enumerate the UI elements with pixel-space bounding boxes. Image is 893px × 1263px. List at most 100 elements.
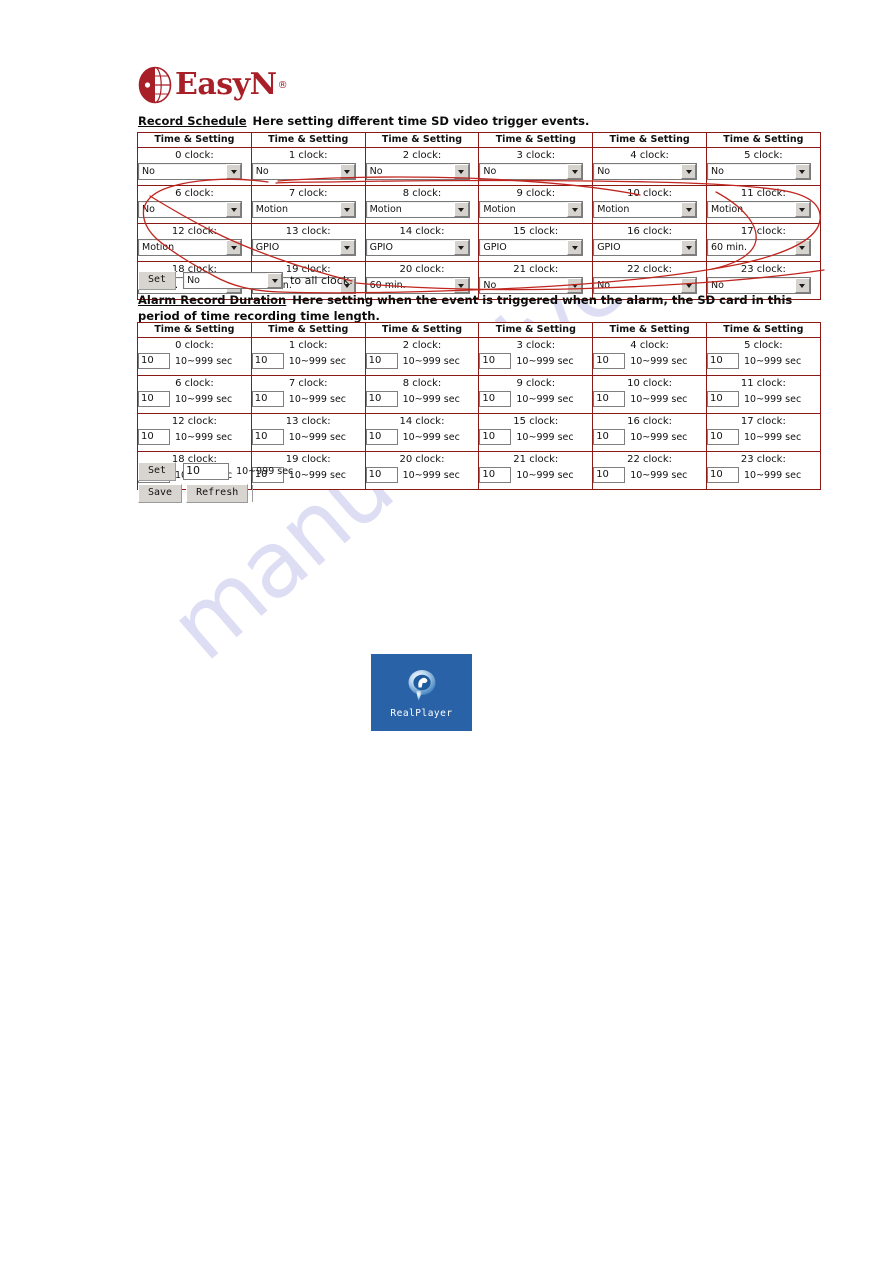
alarm-duration-unit: 10~999 sec xyxy=(402,469,460,481)
record-schedule-select[interactable]: Motion xyxy=(138,239,242,256)
clock-label: 10 clock: xyxy=(627,188,673,199)
chevron-down-icon[interactable] xyxy=(267,273,283,288)
chevron-down-icon[interactable] xyxy=(681,240,697,255)
record-schedule-select[interactable]: No xyxy=(593,163,698,180)
alarm-duration-input[interactable]: 10 xyxy=(479,353,512,369)
record-schedule-select[interactable]: 60 min. xyxy=(706,239,811,256)
alarm-duration-unit: 10~999 sec xyxy=(402,355,460,367)
chevron-down-icon[interactable] xyxy=(794,164,810,179)
schedule-cell: 5 clock: No xyxy=(705,147,821,186)
table-header-row: Time & Setting Time & Setting Time & Setti… xyxy=(137,322,821,338)
clock-label: 17 clock: xyxy=(740,416,786,427)
alarm-duration-input[interactable]: 10 xyxy=(479,391,512,407)
alarm-duration-input[interactable]: 10 xyxy=(365,391,398,407)
alarm-duration-input[interactable]: 10 xyxy=(706,391,739,407)
alarm-duration-input[interactable]: 10 xyxy=(365,429,398,445)
alarm-duration-unit: 10~999 sec xyxy=(516,355,574,367)
alarm-duration-input[interactable]: 10 xyxy=(365,467,398,483)
chevron-down-icon[interactable] xyxy=(794,202,810,217)
record-schedule-select[interactable]: No xyxy=(365,163,470,180)
record-schedule-select[interactable]: GPIO xyxy=(365,239,470,256)
chevron-down-icon[interactable] xyxy=(226,164,241,179)
schedule-cell: 3 clock: 10 10~999 sec xyxy=(478,337,594,376)
chevron-down-icon[interactable] xyxy=(453,278,469,293)
footer-button-bar: Save Refresh xyxy=(138,484,254,503)
alarm-duration-input[interactable]: 10 xyxy=(479,429,512,445)
record-schedule-heading: Record Schedule Here setting different ti… xyxy=(138,114,589,130)
alarm-duration-input[interactable]: 10 xyxy=(251,429,284,445)
schedule-cell: 1 clock: 10 10~999 sec xyxy=(250,337,366,376)
record-schedule-select[interactable]: 60 min. xyxy=(365,277,470,294)
set-duration-input[interactable]: 10 xyxy=(183,463,230,480)
save-button[interactable]: Save xyxy=(138,484,183,503)
alarm-duration-input[interactable]: 10 xyxy=(138,429,170,445)
alarm-duration-unit: 10~999 sec xyxy=(288,469,347,481)
record-schedule-select[interactable]: No xyxy=(138,163,242,180)
chevron-down-icon[interactable] xyxy=(794,278,810,293)
alarm-duration-input[interactable]: 10 xyxy=(706,429,739,445)
alarm-duration-input[interactable]: 10 xyxy=(251,353,284,369)
alarm-duration-input[interactable]: 10 xyxy=(593,467,626,483)
record-schedule-select[interactable]: Motion xyxy=(593,201,698,218)
alarm-duration-input[interactable]: 10 xyxy=(365,353,398,369)
alarm-duration-input[interactable]: 10 xyxy=(138,391,170,407)
chevron-down-icon[interactable] xyxy=(453,202,469,217)
chevron-down-icon[interactable] xyxy=(681,278,697,293)
record-schedule-select[interactable]: Motion xyxy=(251,201,356,218)
record-schedule-select[interactable]: Motion xyxy=(479,201,584,218)
record-schedule-select[interactable]: GPIO xyxy=(251,239,356,256)
clock-label: 12 clock: xyxy=(171,226,217,237)
alarm-duration-unit: 10~999 sec xyxy=(288,431,347,443)
chevron-down-icon[interactable] xyxy=(339,240,355,255)
alarm-duration-input[interactable]: 10 xyxy=(593,391,626,407)
chevron-down-icon[interactable] xyxy=(226,202,241,217)
alarm-duration-input[interactable]: 10 xyxy=(479,467,512,483)
chevron-down-icon[interactable] xyxy=(567,240,583,255)
chevron-down-icon[interactable] xyxy=(567,202,583,217)
record-schedule-select[interactable]: Motion xyxy=(706,201,811,218)
chevron-down-icon[interactable] xyxy=(794,240,810,255)
chevron-down-icon[interactable] xyxy=(453,240,469,255)
chevron-down-icon[interactable] xyxy=(681,164,697,179)
record-schedule-select-value: GPIO xyxy=(369,242,393,253)
record-schedule-select[interactable]: No xyxy=(251,163,356,180)
column-header: Time & Setting xyxy=(250,322,366,338)
alarm-duration-input[interactable]: 10 xyxy=(593,429,626,445)
record-schedule-select[interactable]: No xyxy=(479,163,584,180)
column-header: Time & Setting xyxy=(705,132,821,148)
set-all-clock-select[interactable]: No xyxy=(183,272,284,289)
record-schedule-select[interactable]: No xyxy=(706,163,811,180)
clock-label: 17 clock: xyxy=(740,226,786,237)
schedule-cell: 4 clock: No xyxy=(592,147,707,186)
alarm-duration-input[interactable]: 10 xyxy=(706,467,739,483)
alarm-duration-input[interactable]: 10 xyxy=(593,353,626,369)
record-schedule-select[interactable]: No xyxy=(593,277,698,294)
chevron-down-icon[interactable] xyxy=(453,164,469,179)
chevron-down-icon[interactable] xyxy=(339,202,355,217)
schedule-cell: 16 clock: 10 10~999 sec xyxy=(592,413,707,452)
schedule-cell: 0 clock: 10 10~999 sec xyxy=(137,337,252,376)
alarm-duration-input[interactable]: 10 xyxy=(251,391,284,407)
alarm-duration-unit: 10~999 sec xyxy=(630,355,688,367)
record-schedule-select[interactable]: No xyxy=(706,277,811,294)
realplayer-desktop-icon[interactable]: RealPlayer xyxy=(371,654,472,731)
alarm-duration-unit: 10~999 sec xyxy=(402,393,460,405)
alarm-duration-input[interactable]: 10 xyxy=(706,353,739,369)
chevron-down-icon[interactable] xyxy=(681,202,697,217)
record-schedule-select[interactable]: No xyxy=(138,201,242,218)
chevron-down-icon[interactable] xyxy=(339,164,355,179)
chevron-down-icon[interactable] xyxy=(226,240,241,255)
chevron-down-icon[interactable] xyxy=(567,164,583,179)
alarm-record-duration-heading: Alarm Record Duration Here setting when t… xyxy=(138,293,828,324)
record-schedule-select[interactable]: GPIO xyxy=(593,239,698,256)
set-duration-button[interactable]: Set xyxy=(138,462,177,481)
record-schedule-select[interactable]: GPIO xyxy=(479,239,584,256)
record-schedule-select[interactable]: Motion xyxy=(365,201,470,218)
refresh-button[interactable]: Refresh xyxy=(186,484,249,503)
record-schedule-select[interactable]: No xyxy=(479,277,584,294)
schedule-cell: 10 clock: Motion xyxy=(592,185,707,224)
clock-label: 14 clock: xyxy=(399,416,445,427)
set-all-clock-button[interactable]: Set xyxy=(138,271,177,290)
chevron-down-icon[interactable] xyxy=(567,278,583,293)
alarm-duration-input[interactable]: 10 xyxy=(138,353,170,369)
